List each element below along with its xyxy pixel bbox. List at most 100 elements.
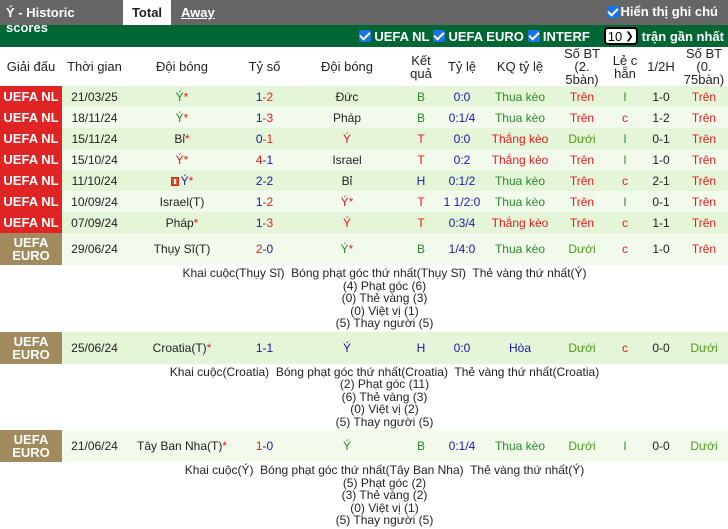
away-team[interactable]: Ý	[292, 212, 402, 233]
league-badge[interactable]: UEFA NL	[0, 212, 62, 233]
away-team[interactable]: Bỉ	[292, 170, 402, 191]
home-team[interactable]: Tây Ban Nha(T)*	[127, 430, 237, 462]
league-badge[interactable]: UEFA EURO	[0, 430, 62, 462]
home-star: *	[193, 215, 199, 230]
column-header: 1/2H	[647, 59, 675, 74]
home-team[interactable]: Croatia(T)*	[127, 331, 237, 364]
over-under-2-5: Dưới	[556, 430, 608, 462]
league-badge[interactable]: UEFA NL	[0, 107, 62, 128]
away-team[interactable]: Ý*	[292, 191, 402, 212]
home-team[interactable]: Thụy Sĩ(T)	[127, 233, 237, 265]
tab-total[interactable]: Total	[123, 0, 171, 25]
league-badge[interactable]: UEFA NL	[0, 149, 62, 170]
league-badge[interactable]: UEFA NL	[0, 191, 62, 212]
over-under-2-5: Trên	[556, 149, 608, 170]
over-under-0-75: Trên	[680, 233, 728, 265]
table-row: UEFA NL 10/09/24 Israel(T) 1-2 Ý* T 1 1/2:0 Thu…	[0, 191, 728, 212]
checkbox-icon[interactable]	[527, 30, 540, 42]
filter-uefa-euro[interactable]: UEFA EURO	[433, 29, 524, 44]
odds: 1/4:0	[440, 233, 484, 265]
score[interactable]: 2-2	[237, 170, 292, 191]
odds-result: Thắng kèo	[484, 149, 556, 170]
table-header: Giải đấu Thời gian Đội bóng Tỷ số Đội bóng Kế…	[0, 47, 728, 86]
league-badge[interactable]: UEFA NL	[0, 170, 62, 191]
tab-away[interactable]: Away	[171, 0, 225, 25]
odd-even: l	[608, 128, 642, 149]
away-team-name: Ý	[340, 242, 349, 256]
home-team[interactable]: Ý*	[127, 107, 237, 128]
away-team-name: Ý	[342, 340, 351, 355]
score[interactable]: 1-2	[237, 191, 292, 212]
match-result: H	[402, 331, 440, 364]
away-team[interactable]: Ý*	[292, 233, 402, 265]
away-team[interactable]: Ý	[292, 331, 402, 364]
home-team-name: Ý	[175, 110, 184, 125]
home-team[interactable]: Ý*	[127, 149, 237, 170]
away-team[interactable]: Israel	[292, 149, 402, 170]
odds: 1 1/2:0	[440, 191, 484, 212]
match-result: T	[402, 149, 440, 170]
score[interactable]: 1-3	[237, 212, 292, 233]
red-card-icon	[170, 176, 179, 186]
home-star: *	[183, 152, 189, 167]
away-team[interactable]: Đức	[292, 86, 402, 107]
score[interactable]: 1-1	[237, 331, 292, 364]
details-stat: (5) Thay người (5)	[335, 414, 434, 429]
page-title: Ý - Historic scores	[6, 5, 75, 35]
score[interactable]: 1-3	[237, 107, 292, 128]
half-time-score: 0-0	[642, 331, 680, 364]
odd-even: l	[608, 149, 642, 170]
half-time-score: 0-1	[642, 191, 680, 212]
odd-even: l	[608, 86, 642, 107]
checkbox-icon[interactable]	[433, 30, 446, 42]
away-team-name: Ý	[340, 194, 349, 209]
home-team[interactable]: Israel(T)	[127, 191, 237, 212]
away-team[interactable]: Pháp	[292, 107, 402, 128]
match-date: 15/10/24	[62, 149, 127, 170]
score[interactable]: 1-0	[237, 430, 292, 462]
filter-label: INTERF	[542, 28, 590, 44]
league-badge[interactable]: UEFA NL	[0, 128, 62, 149]
match-date: 18/11/24	[62, 107, 127, 128]
table-row: UEFA EURO 29/06/24 Thụy Sĩ(T) 2-0 Ý* B 1/4:0 Th…	[0, 233, 728, 265]
odds: 0:2	[440, 149, 484, 170]
home-team[interactable]: Pháp*	[127, 212, 237, 233]
match-result: B	[402, 107, 440, 128]
score-home: 2	[255, 173, 263, 188]
score[interactable]: 1-2	[237, 86, 292, 107]
score[interactable]: 0-1	[237, 128, 292, 149]
away-team-name: Bỉ	[341, 173, 353, 188]
column-header: Đội bóng	[155, 59, 209, 74]
home-team[interactable]: Ý*	[127, 170, 237, 191]
score[interactable]: 2-0	[237, 233, 292, 265]
odds-result: Thua kèo	[484, 86, 556, 107]
match-details: Khai cuộc(Croatia) Bóng phạt góc thứ nhấ…	[127, 363, 642, 430]
filter-uefa-nl[interactable]: UEFA NL	[359, 29, 429, 44]
details-stat: (2) Phạt góc (11)	[339, 377, 430, 391]
show-notes-checkbox[interactable]	[606, 5, 619, 18]
show-notes-toggle[interactable]: Hiển thị ghi chú	[606, 4, 718, 19]
home-team[interactable]: Ý*	[127, 86, 237, 107]
match-result: T	[402, 128, 440, 149]
league-badge[interactable]: UEFA EURO	[0, 233, 62, 265]
odds: 0:1/4	[440, 430, 484, 462]
over-under-0-75: Trên	[680, 107, 728, 128]
checkbox-icon[interactable]	[359, 30, 372, 42]
away-team[interactable]: Ý	[292, 430, 402, 462]
match-details: Khai cuộc(Thụy Sĩ) Bóng phạt góc thứ nhấ…	[127, 265, 642, 332]
over-under-0-75: Trên	[680, 191, 728, 212]
league-badge[interactable]: UEFA NL	[0, 86, 62, 107]
header-bar: Ý - Historic scores Total Away Hiển thị …	[0, 0, 728, 35]
score-home: 2	[255, 242, 263, 256]
away-team[interactable]: Ý	[292, 128, 402, 149]
odds: 0:1/2	[440, 170, 484, 191]
home-team-name: Ý	[175, 89, 184, 104]
home-team[interactable]: Bỉ*	[127, 128, 237, 149]
table-row: UEFA NL 18/11/24 Ý* 1-3 Pháp B 0:1/4 Thua kèo Tr…	[0, 107, 728, 128]
recent-count-select[interactable]: 10 ❯	[603, 27, 638, 45]
score[interactable]: 4-1	[237, 149, 292, 170]
league-badge[interactable]: UEFA EURO	[0, 331, 62, 364]
home-team-name: Israel(T)	[159, 194, 205, 209]
match-details: Khai cuộc(Ý) Bóng phạt góc thứ nhất(Tây …	[127, 462, 642, 529]
filter-interf[interactable]: INTERF	[527, 28, 590, 44]
